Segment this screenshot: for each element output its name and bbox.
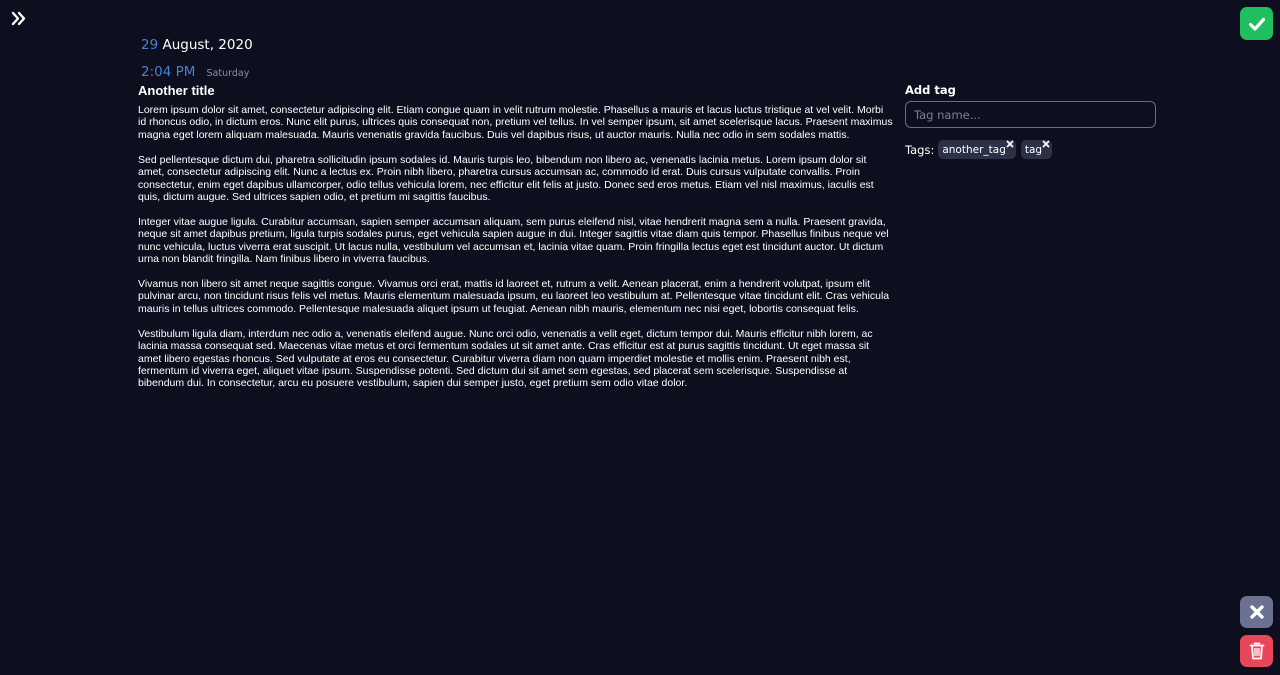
save-button[interactable] bbox=[1240, 7, 1273, 40]
delete-button[interactable] bbox=[1240, 635, 1273, 667]
date-day: 29 bbox=[141, 37, 159, 53]
note-paragraph: Vivamus non libero sit amet neque sagitt… bbox=[138, 277, 890, 315]
weekday-label: Saturday bbox=[206, 68, 250, 79]
note-editor-page: 29 August, 2020 2:04 PM Saturday Another… bbox=[0, 0, 1280, 675]
note-paragraph: Lorem ipsum dolor sit amet, consectetur … bbox=[138, 104, 893, 141]
note-paragraph: Sed pellentesque dictum dui, pharetra so… bbox=[138, 153, 874, 203]
tag-chip[interactable]: tag bbox=[1020, 140, 1053, 159]
add-tag-label: Add tag bbox=[905, 83, 956, 97]
tag-chip-label: another_tag bbox=[942, 143, 1006, 156]
tag-chip[interactable]: another_tag bbox=[938, 140, 1016, 159]
time-value: 2:04 PM bbox=[141, 64, 196, 80]
tag-chip-label: tag bbox=[1024, 143, 1043, 156]
note-body-editor[interactable]: Lorem ipsum dolor sit amet, consectetur … bbox=[138, 104, 893, 402]
remove-tag-icon[interactable] bbox=[1042, 140, 1050, 148]
date-month-year: August, 2020 bbox=[162, 37, 253, 53]
note-date: 29 August, 2020 bbox=[141, 37, 253, 53]
tag-panel: Add tag Tags: another_tag tag bbox=[905, 83, 1160, 159]
tag-name-input[interactable] bbox=[905, 101, 1156, 128]
expand-sidebar-button[interactable] bbox=[9, 9, 29, 29]
cancel-button[interactable] bbox=[1240, 596, 1273, 628]
note-time: 2:04 PM Saturday bbox=[141, 61, 249, 80]
close-icon bbox=[1249, 605, 1264, 619]
tags-row: Tags: another_tag tag bbox=[905, 140, 1160, 159]
checkmark-icon bbox=[1248, 17, 1265, 31]
remove-tag-icon[interactable] bbox=[1006, 140, 1014, 148]
tags-label: Tags: bbox=[905, 142, 935, 157]
note-title[interactable]: Another title bbox=[138, 83, 215, 98]
trash-icon bbox=[1249, 642, 1264, 660]
note-paragraph: Vestibulum ligula diam, interdum nec odi… bbox=[138, 327, 873, 390]
double-chevron-right-icon bbox=[11, 11, 26, 26]
note-paragraph: Integer vitae augue ligula. Curabitur ac… bbox=[138, 215, 889, 266]
